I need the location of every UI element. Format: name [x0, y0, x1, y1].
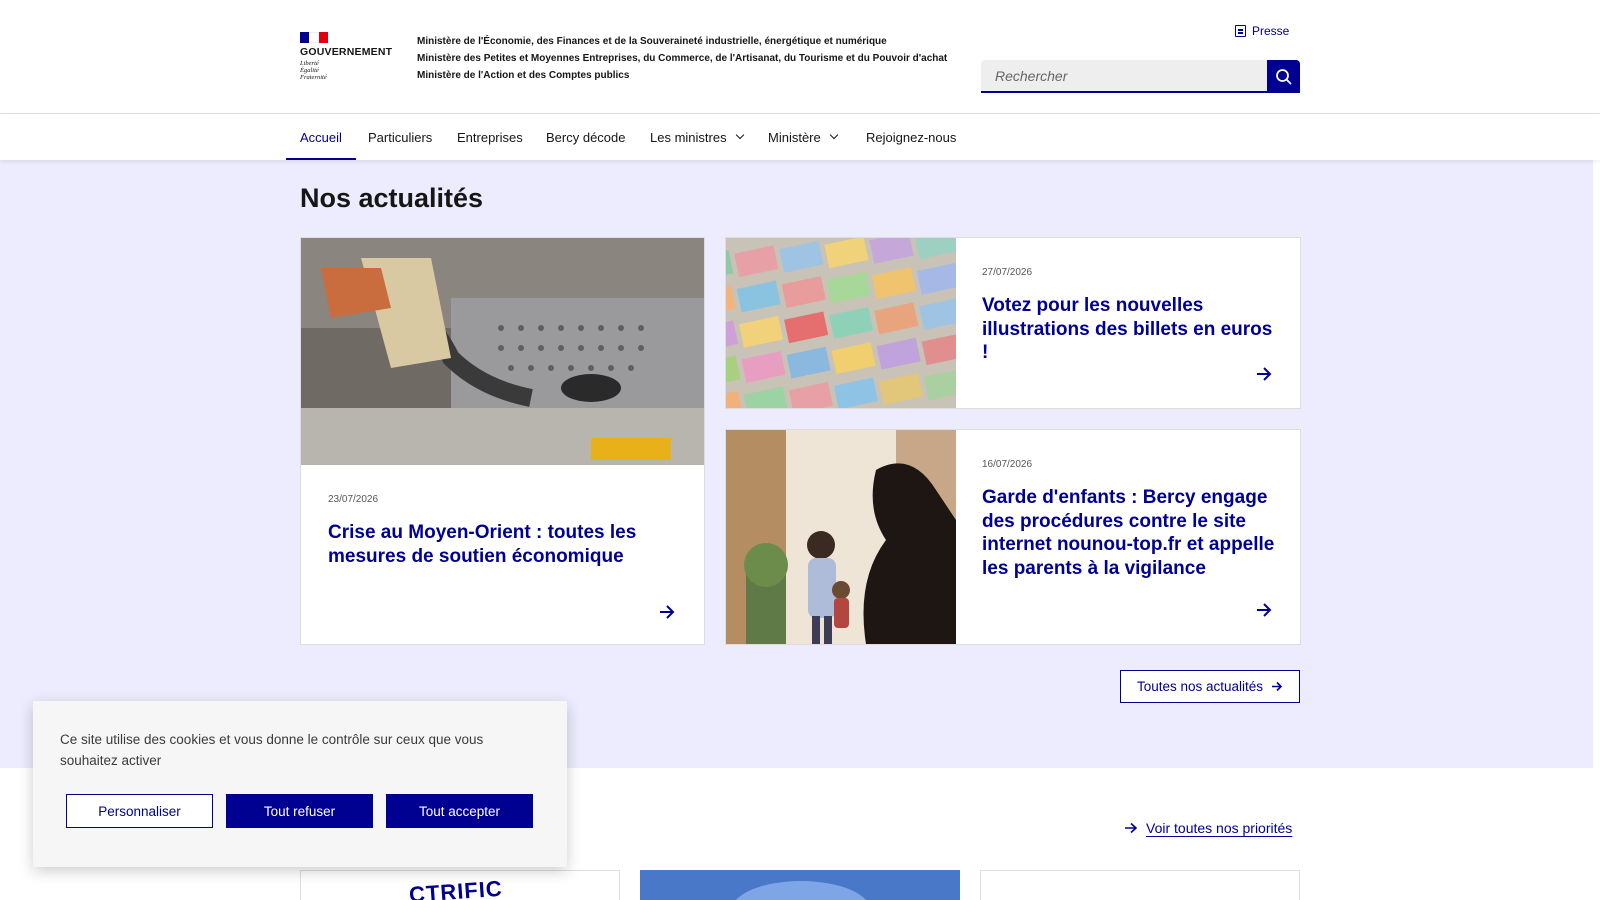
ministries-list[interactable]: Ministère de l'Économie, des Finances et… — [417, 33, 977, 84]
site-header: GOUVERNEMENT Liberté Égalité Fraternité … — [0, 0, 1600, 114]
accept-all-button[interactable]: Tout accepter — [386, 794, 533, 828]
news-date: 23/07/2026 — [328, 494, 379, 505]
priority-card[interactable]: CTRIFIC — [300, 870, 620, 900]
priorities-link-label: Voir toutes nos priorités — [1146, 820, 1293, 836]
newspaper-icon — [1235, 25, 1246, 37]
priorities-link[interactable]: Voir toutes nos priorités — [1124, 820, 1292, 836]
nav-item-rejoignez-nous[interactable]: Rejoignez-nous — [866, 114, 956, 160]
priority-card[interactable] — [980, 870, 1300, 900]
nav-label: Accueil — [300, 129, 342, 145]
euro-banknotes-image — [726, 238, 956, 408]
news-title[interactable]: Garde d'enfants : Bercy engage des procé… — [982, 486, 1282, 580]
arrow-right-icon — [1257, 367, 1272, 381]
nav-label: Les ministres — [650, 129, 727, 145]
motto-line: Liberté — [300, 60, 319, 67]
priority-card-image — [735, 881, 867, 900]
motto-line: Fraternité — [300, 74, 327, 81]
chevron-down-icon — [735, 130, 744, 140]
search-input[interactable] — [981, 60, 1267, 93]
republic-motto: Liberté Égalité Fraternité — [300, 60, 395, 81]
ministry-line: Ministère des Petites et Moyennes Entrep… — [417, 53, 948, 64]
nav-label: Rejoignez-nous — [866, 129, 957, 145]
nav-label: Bercy décode — [546, 129, 626, 145]
presse-label: Presse — [1252, 24, 1290, 38]
cookie-banner: Ce site utilise des cookies et vous donn… — [33, 701, 567, 867]
nav-label: Entreprises — [457, 129, 523, 145]
search-bar — [981, 60, 1300, 93]
french-flag-icon — [300, 32, 328, 43]
arrow-right-icon — [1257, 603, 1272, 617]
priority-card-text: CTRIFIC — [408, 875, 504, 900]
government-logo[interactable]: GOUVERNEMENT Liberté Égalité Fraternité — [300, 32, 395, 81]
family-door-image — [726, 430, 956, 644]
chevron-down-icon — [829, 130, 838, 140]
search-icon — [1276, 69, 1292, 85]
presse-link[interactable]: Presse — [1235, 24, 1289, 38]
news-title[interactable]: Crise au Moyen-Orient : toutes les mesur… — [328, 521, 668, 568]
nav-item-les-ministres[interactable]: Les ministres — [650, 114, 744, 160]
nav-item-entreprises[interactable]: Entreprises — [457, 114, 523, 160]
news-date: 16/07/2026 — [982, 459, 1033, 470]
priority-card[interactable] — [640, 870, 960, 900]
nav-label: Ministère — [768, 129, 821, 145]
refuse-all-button[interactable]: Tout refuser — [226, 794, 373, 828]
cookie-text: Ce site utilise des cookies et vous donn… — [60, 732, 484, 768]
all-news-label: Toutes nos actualités — [1136, 679, 1264, 694]
nav-item-particuliers[interactable]: Particuliers — [368, 114, 432, 160]
news-card-garde-enfants[interactable]: 16/07/2026 Garde d'enfants : Bercy engag… — [725, 429, 1301, 645]
search-button[interactable] — [1267, 60, 1300, 93]
news-card-crise[interactable]: 23/07/2026 Crise au Moyen-Orient : toute… — [300, 237, 705, 645]
fuel-pump-image — [301, 238, 704, 465]
ministry-line: Ministère de l'Action et des Comptes pub… — [417, 70, 630, 81]
news-date: 27/07/2026 — [982, 267, 1033, 278]
nav-item-bercy-decode[interactable]: Bercy décode — [546, 114, 626, 160]
all-news-button[interactable]: Toutes nos actualités — [1120, 670, 1300, 703]
motto-line: Égalité — [300, 67, 319, 74]
section-title: Nos actualités — [300, 183, 484, 213]
news-title[interactable]: Votez pour les nouvelles illustrations d… — [982, 294, 1282, 365]
news-card-billets[interactable]: 27/07/2026 Votez pour les nouvelles illu… — [725, 237, 1301, 409]
nav-item-accueil[interactable]: Accueil — [286, 114, 356, 160]
personnaliser-button[interactable]: Personnaliser — [66, 794, 213, 828]
nav-label: Particuliers — [368, 129, 433, 145]
ministry-line: Ministère de l'Économie, des Finances et… — [417, 36, 887, 47]
nav-item-ministere[interactable]: Ministère — [768, 114, 838, 160]
arrow-right-icon — [1125, 822, 1138, 834]
arrow-right-icon — [1272, 681, 1283, 692]
arrow-right-icon — [660, 605, 675, 619]
gov-name: GOUVERNEMENT — [300, 46, 393, 58]
main-navigation: Accueil Particuliers Entreprises Bercy d… — [0, 114, 1600, 160]
